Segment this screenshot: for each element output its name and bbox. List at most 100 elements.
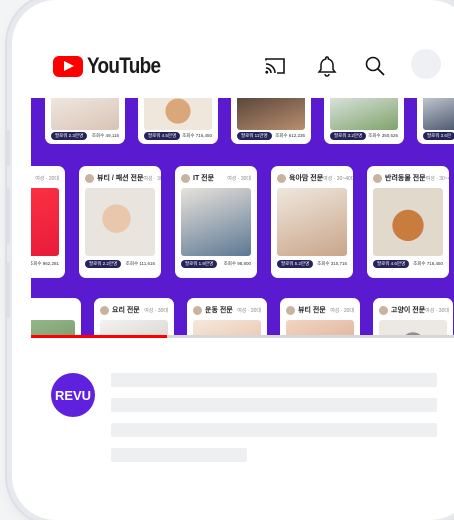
influencer-card: 반려동물 전문여성 · 30~40대팔로워 4.6만명조회수 716,450 xyxy=(367,166,449,278)
card-category: 운동 전문 xyxy=(205,307,233,314)
card-audience: 여성 · 30~40대 xyxy=(425,175,449,182)
card-footer: 팔로워 3.2만명 조회수 350,526 xyxy=(330,132,398,140)
card-category: 고양이 전문 xyxy=(391,307,426,314)
meta-placeholder xyxy=(111,423,437,437)
card-footer: 팔로워 1.9만명 조회수 98,800 xyxy=(181,260,251,268)
woman-skincare-photo xyxy=(85,188,155,256)
kitchen-people-photo xyxy=(237,98,305,130)
youtube-play-icon xyxy=(53,55,83,77)
video-progress-played xyxy=(31,335,168,338)
influencer-card: 팔로워 4.5만명 조회수 716,450 xyxy=(138,98,218,144)
creator-avatar-icon xyxy=(85,173,94,183)
follower-badge: 팔로워 11만명 xyxy=(237,132,272,140)
card-category: IT 전문 xyxy=(193,175,215,182)
creator-avatar-icon xyxy=(286,305,295,315)
card-category: 육아맘 전문 xyxy=(289,175,324,182)
youtube-wordmark: YouTube xyxy=(87,53,161,78)
creator-avatar-icon xyxy=(379,305,388,315)
card-footer: 팔로워 2.2만명 조회수 111,616 xyxy=(85,260,155,268)
influencer-card xyxy=(31,298,81,338)
card-header: IT 전문 여성 · 30대 xyxy=(181,173,251,183)
creator-avatar-icon xyxy=(100,305,109,315)
influencer-card: IT 전문 여성 · 30대팔로워 1.9만명 조회수 98,800 xyxy=(175,166,257,278)
card-audience: 여성 · 30대 xyxy=(144,307,168,314)
mom-and-child-photo xyxy=(277,188,347,256)
phone-screen: YouTube 팔로워 2.3만명 조회수 49,116 팔로워 4.5만명 조회수 … xyxy=(31,16,454,506)
view-count: 조회수 612,236 xyxy=(275,133,305,138)
view-count: 조회수 716,450 xyxy=(413,261,443,266)
card-footer: 팔로워 5.2만명 조회수 310,716 xyxy=(277,260,347,268)
card-header: 뷰티 / 패션 전문여성 · 30대 xyxy=(85,173,161,183)
red-background-photo xyxy=(31,188,59,256)
cast-icon[interactable] xyxy=(263,54,287,78)
card-header: 요리 전문 여성 · 30대 xyxy=(100,305,168,315)
phone-side-button xyxy=(5,130,10,166)
influencer-card: 팔로워 11만명 조회수 612,236 xyxy=(231,98,311,144)
card-header: 육아맘 전문 여성 · 30~40대 xyxy=(277,173,353,183)
follower-badge: 팔로워 3.6만 xyxy=(423,132,454,140)
phone-side-button xyxy=(5,262,10,318)
creator-avatar-icon xyxy=(181,173,190,183)
follower-badge: 팔로워 4.5만명 xyxy=(144,132,181,140)
influencer-card: 고양이 전문 여성 · 30대 xyxy=(373,298,453,338)
view-count: 조회수 350,526 xyxy=(368,133,398,138)
follower-badge: 팔로워 4.6만명 xyxy=(373,260,410,268)
card-footer: 팔로워 4.6만명 조회수 716,450 xyxy=(373,260,443,268)
influencer-card: 육아맘 전문 여성 · 30~40대팔로워 5.2만명 조회수 310,716 xyxy=(271,166,353,278)
man-with-laptop-photo xyxy=(423,98,454,130)
card-audience: 여성 · 30대 xyxy=(425,307,449,314)
influencer-card: 여성 · 20대조회수 962,281 xyxy=(31,166,65,278)
influencer-card: 뷰티 / 패션 전문여성 · 30대팔로워 2.2만명조회수 111,616 xyxy=(79,166,161,278)
view-count: 조회수 716,450 xyxy=(182,133,212,138)
phone-side-button xyxy=(5,188,10,244)
corgi-dog-photo xyxy=(373,188,443,256)
card-header: 고양이 전문 여성 · 30대 xyxy=(379,305,449,315)
view-count: 조회수 962,281 xyxy=(31,261,59,266)
creator-avatar-icon xyxy=(373,173,382,183)
title-placeholder xyxy=(111,398,437,412)
card-header: 뷰티 전문 여성 · 20대 xyxy=(286,305,354,315)
card-category: 뷰티 / 패션 전문 xyxy=(97,175,144,182)
card-header: 반려동물 전문여성 · 30~40대 xyxy=(373,173,449,183)
youtube-top-bar: YouTube xyxy=(31,16,454,98)
search-icon[interactable] xyxy=(363,54,387,78)
influencer-card: 요리 전문 여성 · 30대 xyxy=(94,298,174,338)
card-footer: 조회수 962,281 xyxy=(31,260,59,268)
card-footer: 팔로워 11만명 조회수 612,236 xyxy=(237,132,305,140)
meta-placeholder xyxy=(111,448,247,462)
youtube-logo[interactable]: YouTube xyxy=(53,53,172,79)
account-avatar[interactable] xyxy=(411,49,441,79)
card-audience: 여성 · 30대 xyxy=(143,175,161,182)
follower-badge: 팔로워 1.9만명 xyxy=(181,260,218,268)
video-progress-bar[interactable] xyxy=(31,335,454,338)
card-audience: 여성 · 30~40대 xyxy=(323,175,353,182)
influencer-card: 팔로워 3.2만명 조회수 350,526 xyxy=(324,98,404,144)
follower-badge: 팔로워 2.3만명 xyxy=(51,132,88,140)
card-audience: 여성 · 30대 xyxy=(227,175,251,182)
video-player-thumbnail[interactable]: 팔로워 2.3만명 조회수 49,116 팔로워 4.5만명 조회수 716,450 팔… xyxy=(31,98,454,338)
card-header: 운동 전문 여성 · 20대 xyxy=(193,305,261,315)
channel-avatar[interactable]: REVU xyxy=(51,373,95,417)
couple-on-sofa-photo xyxy=(181,188,251,256)
follower-badge: 팔로워 3.2만명 xyxy=(330,132,367,140)
follower-badge: 팔로워 2.2만명 xyxy=(85,260,122,268)
living-room-plants-photo xyxy=(330,98,398,130)
card-footer: 팔로워 3.6만 xyxy=(423,132,454,140)
view-count: 조회수 310,716 xyxy=(317,261,347,266)
follower-badge: 팔로워 5.2만명 xyxy=(277,260,314,268)
bell-icon[interactable] xyxy=(315,54,339,78)
card-audience: 여성 · 20대 xyxy=(35,175,59,182)
card-audience: 여성 · 20대 xyxy=(237,307,261,314)
card-footer: 팔로워 4.5만명 조회수 716,450 xyxy=(144,132,212,140)
view-count: 조회수 49,116 xyxy=(91,133,119,138)
influencer-card: 팔로워 3.6만 xyxy=(417,98,454,144)
view-count: 조회수 98,800 xyxy=(223,261,251,266)
card-category: 반려동물 전문 xyxy=(385,175,426,182)
card-category: 요리 전문 xyxy=(112,307,140,314)
poodle-dog-photo xyxy=(144,98,212,130)
influencer-card: 뷰티 전문 여성 · 20대 xyxy=(280,298,360,338)
title-placeholder xyxy=(111,373,437,387)
influencer-card: 팔로워 2.3만명 조회수 49,116 xyxy=(45,98,125,144)
creator-avatar-icon xyxy=(277,173,286,183)
product-on-desk-photo xyxy=(51,98,119,130)
